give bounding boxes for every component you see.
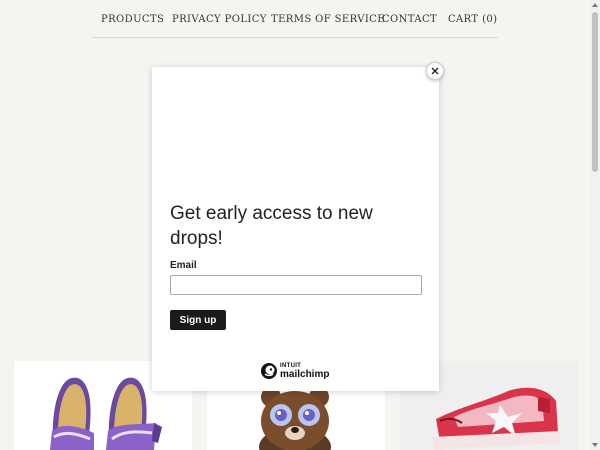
nav-contact[interactable]: CONTACT <box>382 14 437 25</box>
email-field[interactable] <box>170 275 422 295</box>
signup-button[interactable]: Sign up <box>170 310 226 330</box>
close-icon <box>431 67 439 75</box>
mailchimp-logo-name: mailchimp <box>280 369 330 380</box>
email-label: Email <box>170 260 197 271</box>
nav-privacy-policy[interactable]: PRIVACY POLICY <box>172 14 267 25</box>
scrollbar-thumb[interactable] <box>592 12 598 172</box>
signup-modal: Get early access to new drops! Email Sig… <box>152 62 444 391</box>
mailchimp-freddie-icon <box>261 363 277 379</box>
close-button[interactable] <box>426 62 444 80</box>
nav-cart[interactable]: CART (0) <box>448 14 497 25</box>
mailchimp-logo[interactable]: INTUIT mailchimp <box>260 362 334 382</box>
page: PRODUCTS PRIVACY POLICY TERMS OF SERVICE… <box>0 0 590 450</box>
nav-terms-of-service[interactable]: TERMS OF SERVICE <box>271 14 385 25</box>
scroll-down-arrow-icon[interactable] <box>590 440 600 450</box>
nav-products[interactable]: PRODUCTS <box>101 14 164 25</box>
page-scrollbar[interactable] <box>590 0 600 450</box>
top-nav: PRODUCTS PRIVACY POLICY TERMS OF SERVICE… <box>92 0 498 38</box>
modal-title: Get early access to new drops! <box>170 203 373 249</box>
scroll-up-arrow-icon[interactable] <box>590 0 600 10</box>
